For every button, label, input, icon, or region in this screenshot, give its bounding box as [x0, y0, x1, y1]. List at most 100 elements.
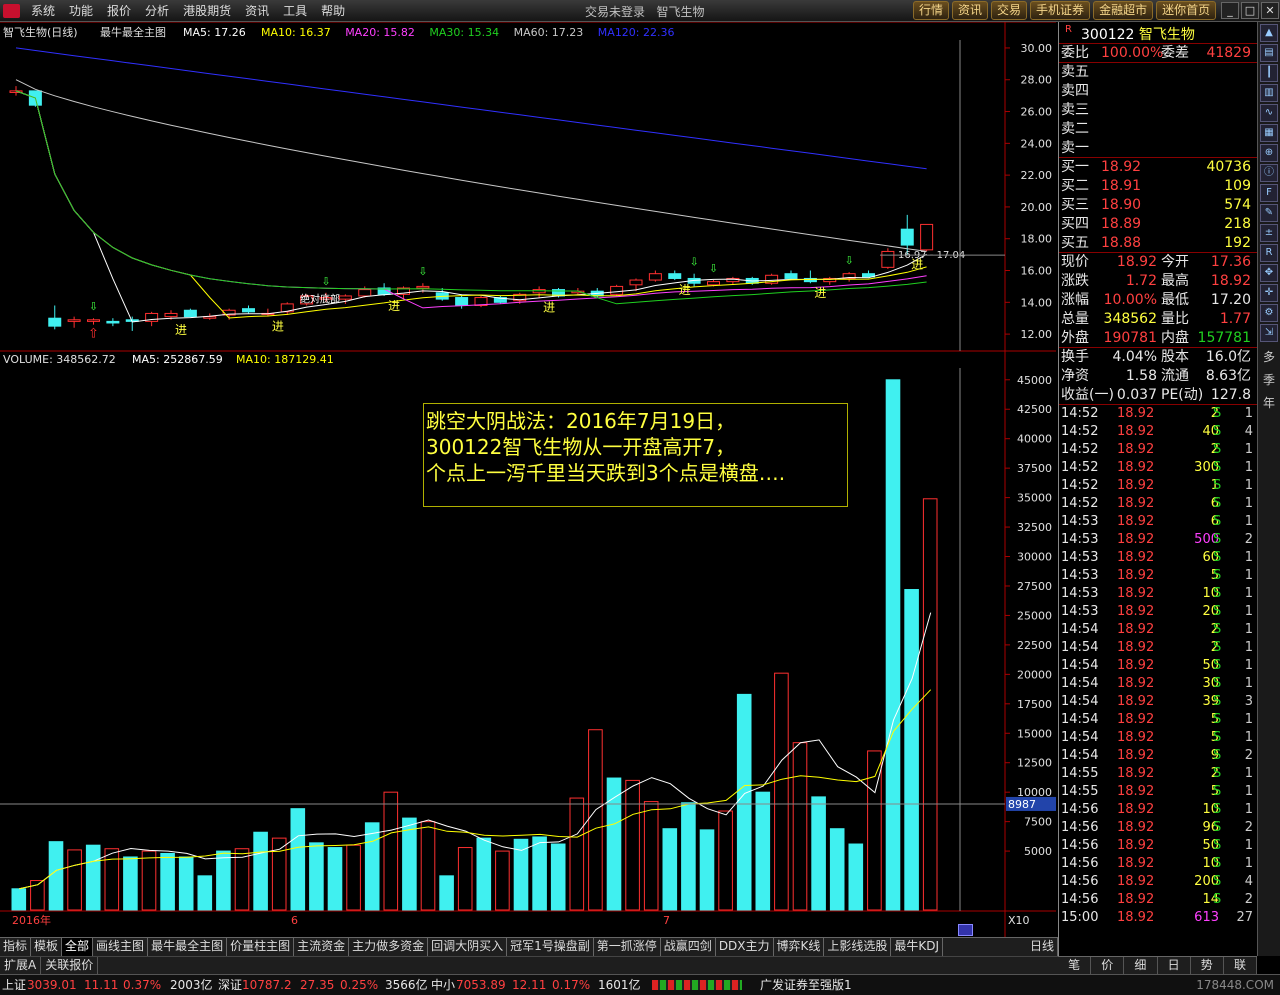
right-tab[interactable]: 细	[1124, 957, 1158, 974]
buy-signal-label: 进	[175, 323, 187, 337]
menu-system[interactable]: 系统	[24, 3, 62, 19]
tick-time: 15:00	[1061, 910, 1099, 925]
indicator-tab[interactable]: 全部	[62, 938, 94, 956]
volume-bar	[123, 856, 138, 911]
indicator-tab[interactable]: 主流资金	[294, 938, 350, 956]
sell-4-label: 卖四	[1061, 83, 1089, 99]
indicator-tab[interactable]: 最牛最全主图	[148, 938, 228, 956]
indicator-tab[interactable]: 回调大阴买入	[428, 938, 508, 956]
sh-index: 3039.01	[27, 978, 77, 992]
indicator-tab[interactable]: 战赢四剑	[661, 938, 716, 956]
weibi-value: 100.00%	[1101, 45, 1164, 61]
indicator-tab[interactable]: 模板	[31, 938, 63, 956]
tick-price: 18.92	[1117, 586, 1155, 601]
chart-icon[interactable]: ▤	[1260, 44, 1278, 62]
indicator-tab[interactable]: 冠军1号操盘副	[507, 938, 594, 956]
info-icon[interactable]: ⓘ	[1260, 164, 1278, 182]
volume-bar	[457, 847, 473, 911]
market-button[interactable]: 行情	[913, 1, 950, 20]
right-tab[interactable]: 势	[1191, 957, 1224, 974]
zoom-icon[interactable]: ⊕	[1260, 144, 1278, 162]
vol-y-tick-label: 5000	[1024, 845, 1052, 858]
buy-signal-label: 进	[388, 299, 400, 313]
tick-row: 14:52 18.92 1 S 1	[1059, 477, 1257, 495]
tick-list[interactable]: 14:52 18.92 2 S 1 14:52 18.92 40 S 4 14:52 18.92 2 S 1…	[1059, 405, 1257, 927]
app-logo-icon	[3, 4, 20, 18]
trade-button[interactable]: 交易	[991, 1, 1028, 20]
tab-ext-a[interactable]: 扩展A	[0, 957, 42, 974]
bar-icon[interactable]: ▥	[1260, 84, 1278, 102]
indicator-tab[interactable]: 主力做多资金	[349, 938, 429, 956]
volume-bar	[11, 888, 27, 911]
indicator-tab[interactable]: 最牛KDJ	[891, 938, 944, 956]
kline-icon[interactable]: ┃	[1260, 64, 1278, 82]
right-tab[interactable]: 日	[1158, 957, 1191, 974]
indicator-tab[interactable]: 上影线选股	[824, 938, 892, 956]
arrow-up-icon[interactable]: ▲	[1260, 24, 1278, 42]
stat-row: 涨跌 1.72 最高 18.92	[1059, 272, 1257, 291]
tick-side: S	[1213, 748, 1222, 763]
rsi-icon[interactable]: R	[1260, 244, 1278, 262]
buy-2-volume: 109	[1224, 178, 1251, 194]
chart-area[interactable]: 智飞生物(日线) 最牛最全主图 MA5: 17.26 MA10: 16.37 MA20:…	[0, 22, 1056, 937]
arrow-down-icon: ⇩	[845, 254, 854, 267]
expand-icon[interactable]: ⇲	[1260, 324, 1278, 342]
fin-icon[interactable]: F	[1260, 184, 1278, 202]
grid-icon[interactable]: ▦	[1260, 124, 1278, 142]
indicator-tab[interactable]: DDX主力	[716, 938, 774, 956]
tick-row: 14:56 18.92 10 S 1	[1059, 801, 1257, 819]
indicator-tab[interactable]: 价量柱主图	[227, 938, 295, 956]
stock-name: 智飞生物	[1138, 27, 1195, 43]
indicator-tab[interactable]: 博弈K线	[774, 938, 825, 956]
finance-market-button[interactable]: 金融超市	[1093, 1, 1154, 20]
volume-bar	[755, 791, 771, 911]
menu-analysis[interactable]: 分析	[138, 3, 176, 19]
sell-orders: 卖五 卖四 卖三 卖二 卖一	[1059, 63, 1257, 158]
right-tab[interactable]: 价	[1091, 957, 1125, 974]
right-tab[interactable]: 联	[1224, 957, 1258, 974]
side-label-ji[interactable]: 季	[1258, 371, 1280, 388]
menu-help[interactable]: 帮助	[314, 3, 352, 19]
stat2-value: 127.8	[1210, 387, 1251, 403]
side-label-duo[interactable]: 多	[1258, 348, 1280, 365]
indicator-tab[interactable]: 画线主图	[93, 938, 149, 956]
note-icon[interactable]: ✎	[1260, 204, 1278, 222]
buy-4-label: 买四	[1061, 216, 1089, 232]
tick-time: 14:53	[1061, 532, 1099, 547]
kline-header-name: 智飞生物(日线)	[3, 25, 78, 39]
tick-row: 14:56 18.92 96 S 2	[1059, 819, 1257, 837]
annotation-line-2: 300122智飞生物从一开盘高开7，	[426, 435, 736, 459]
maximize-icon[interactable]: □	[1241, 2, 1259, 19]
stats-block: 现价 18.92 今开 17.36 涨跌 1.72 最高 18.92 涨幅 10.00% 最低 17.…	[1059, 253, 1257, 348]
line-icon[interactable]: ∿	[1260, 104, 1278, 122]
indicator-tab[interactable]: 第一抓涨停	[594, 938, 661, 956]
volume-ma5-label: MA5: 252867.59	[132, 353, 223, 366]
right-tab[interactable]: 笔	[1058, 957, 1092, 974]
volume-bar	[364, 822, 380, 911]
volume-ma10-label: MA10: 187129.41	[236, 353, 334, 366]
close-icon[interactable]: ✕	[1261, 2, 1279, 19]
menu-function[interactable]: 功能	[62, 3, 100, 19]
news-button[interactable]: 资讯	[952, 1, 989, 20]
zx-index: 7053.89	[456, 978, 506, 992]
move-icon[interactable]: ✥	[1260, 264, 1278, 282]
settings-icon[interactable]: ⚙	[1260, 304, 1278, 322]
minimize-icon[interactable]: _	[1221, 2, 1239, 19]
tick-count: 27	[1236, 910, 1253, 925]
calc-icon[interactable]: ±	[1260, 224, 1278, 242]
menu-hk-futures[interactable]: 港股期货	[176, 3, 238, 19]
period-label[interactable]: 日线	[1027, 938, 1058, 956]
volume-bar	[253, 831, 268, 911]
menu-quote[interactable]: 报价	[100, 3, 138, 19]
menu-info[interactable]: 资讯	[238, 3, 276, 19]
tick-side: S	[1213, 640, 1222, 655]
indicator-tab[interactable]: 指标	[0, 938, 32, 956]
candle-body	[784, 273, 798, 279]
menu-tools[interactable]: 工具	[276, 3, 314, 19]
scroll-indicator[interactable]	[958, 924, 973, 936]
mobile-securities-button[interactable]: 手机证券	[1030, 1, 1091, 20]
side-label-nian[interactable]: 年	[1258, 394, 1280, 411]
tab-related-quote[interactable]: 关联报价	[41, 957, 99, 974]
mini-home-button[interactable]: 迷你首页	[1156, 1, 1217, 20]
cross-icon[interactable]: ✛	[1260, 284, 1278, 302]
